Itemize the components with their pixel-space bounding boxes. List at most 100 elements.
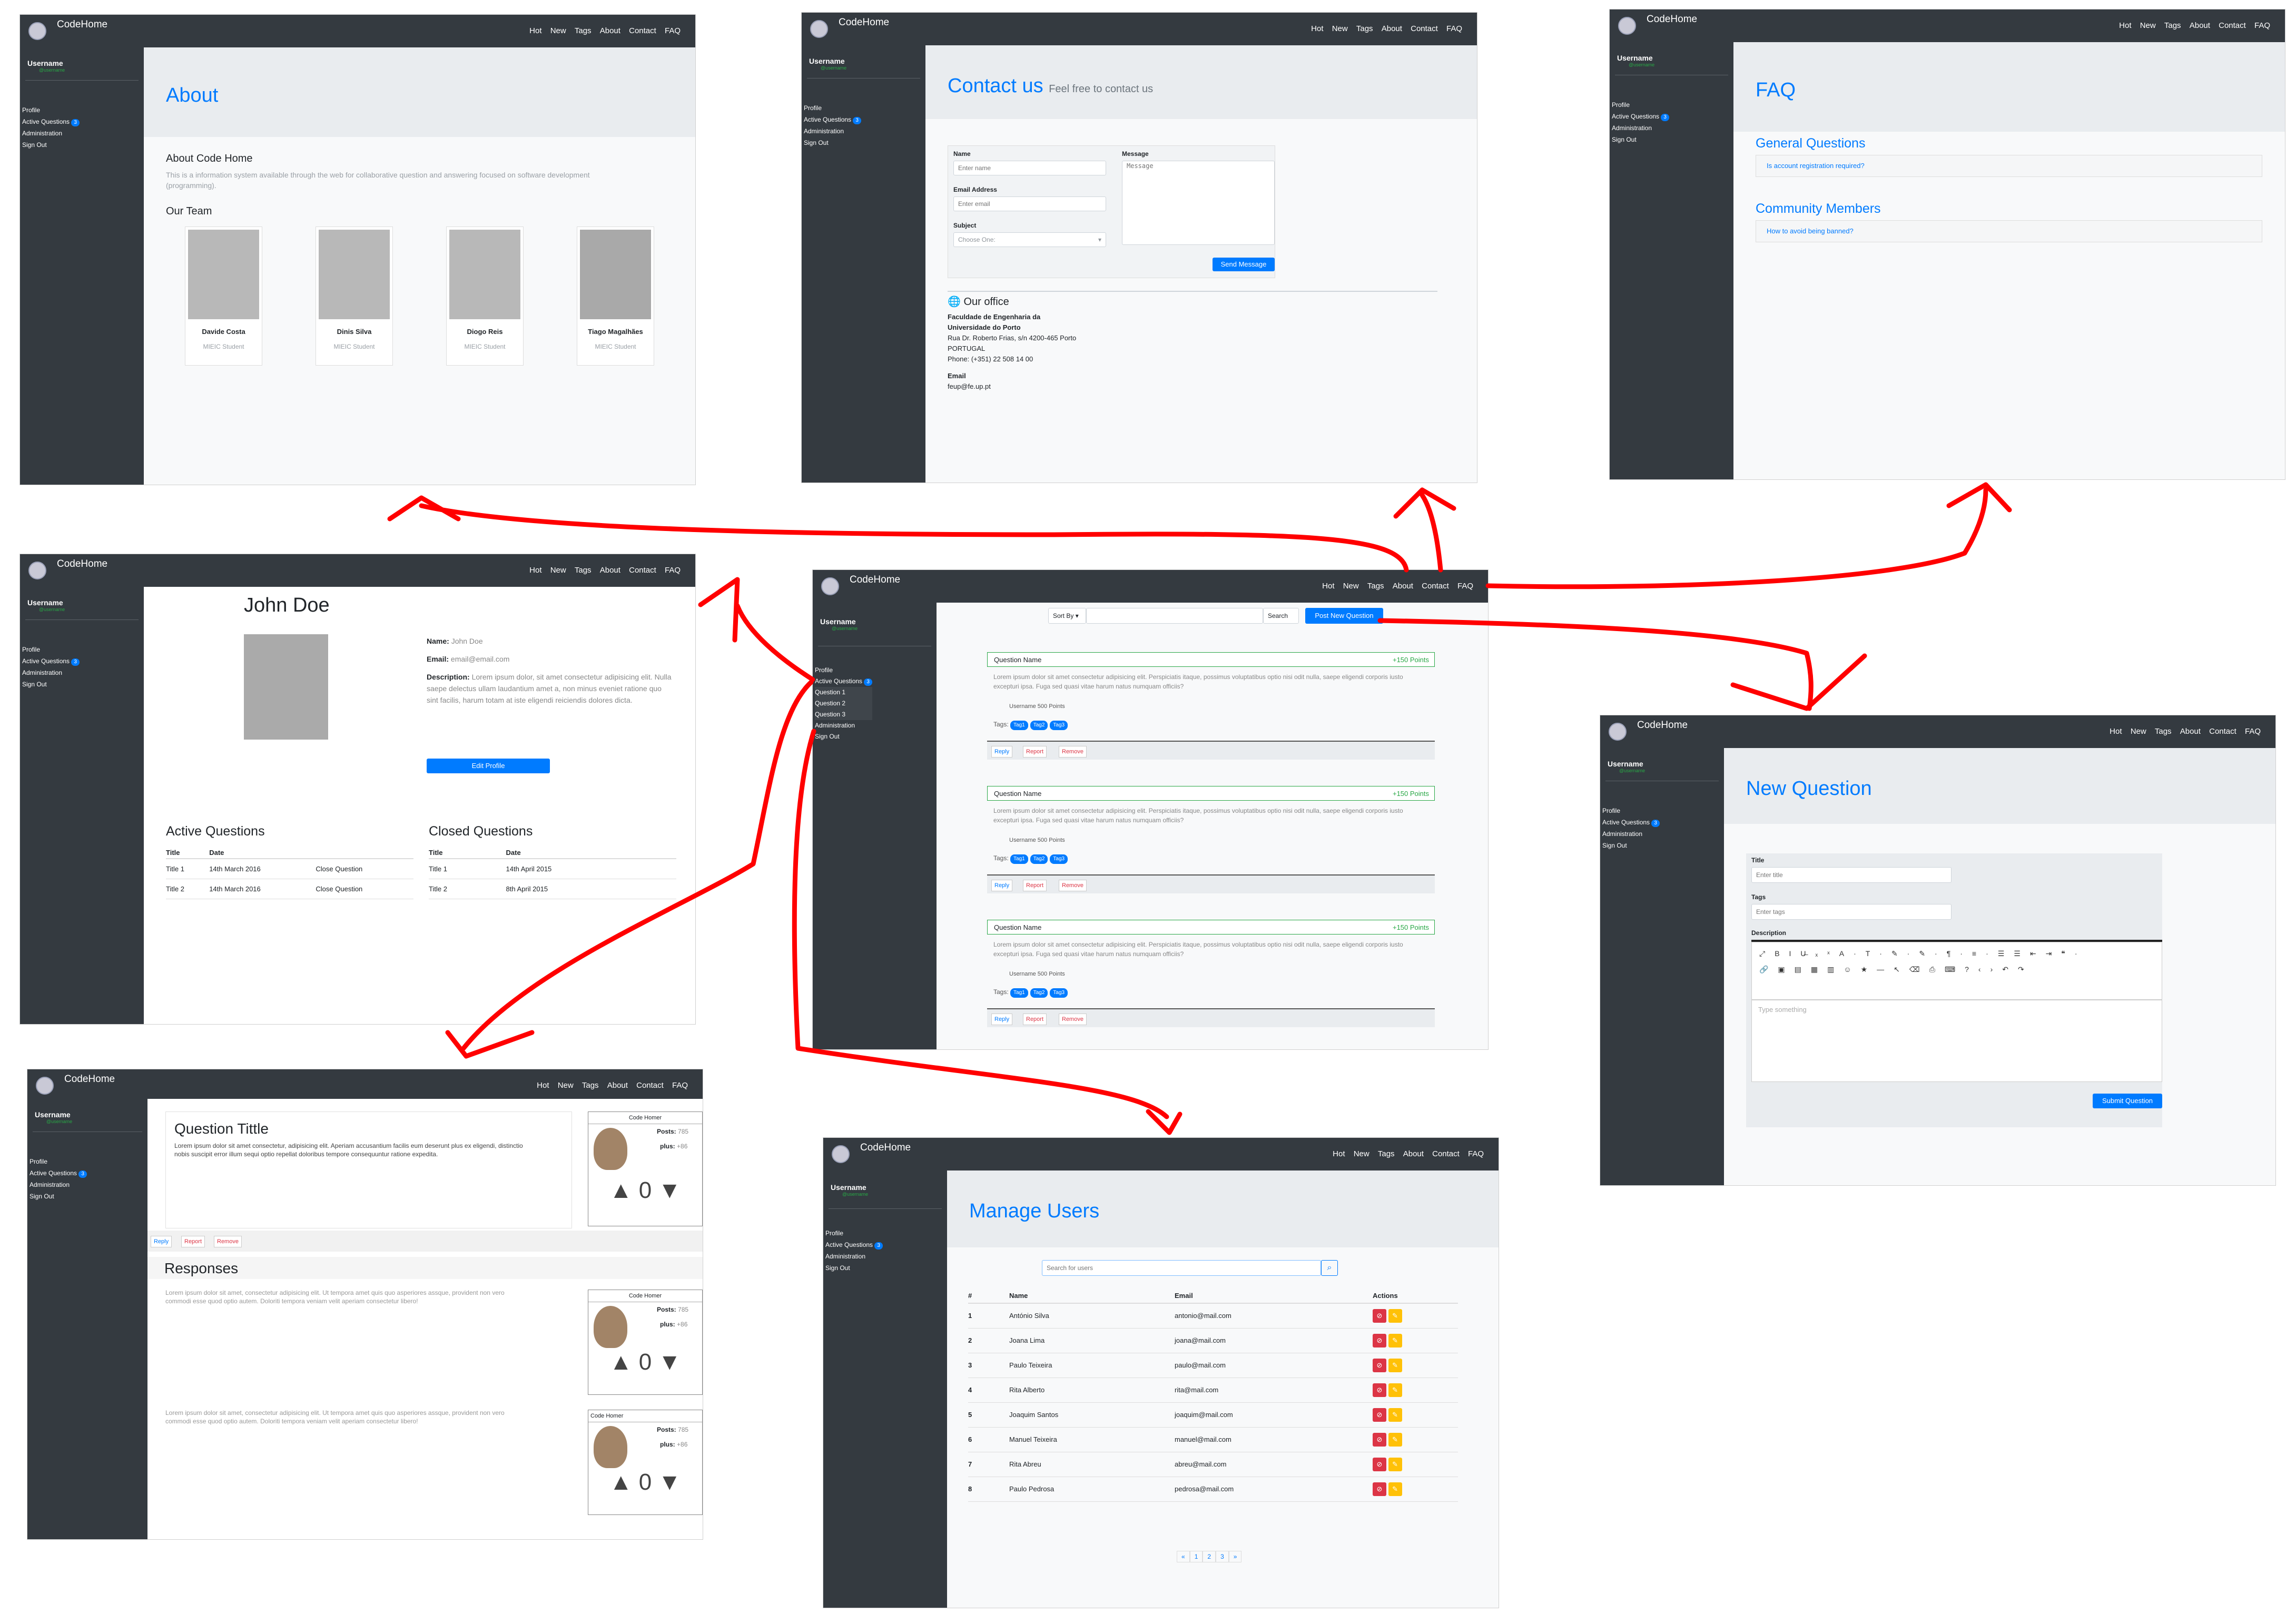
brand[interactable]: CodeHome [57, 19, 107, 31]
nav-tags[interactable]: Tags [1378, 1149, 1395, 1158]
downvote-icon[interactable]: ▼ [658, 1177, 682, 1203]
brand[interactable]: CodeHome [1647, 14, 1697, 25]
page-link[interactable]: 1 [1189, 1551, 1203, 1562]
page-link[interactable]: 3 [1216, 1551, 1229, 1562]
nav-hot[interactable]: Hot [2110, 727, 2122, 736]
cell[interactable]: Title 2 [429, 879, 506, 899]
nav-contact[interactable]: Contact [2209, 727, 2236, 736]
edit-icon[interactable]: ✎ [1388, 1482, 1402, 1496]
search-icon[interactable]: ⌕ [1321, 1260, 1338, 1276]
nav-about[interactable]: About [600, 566, 620, 575]
sidebar-item-active-questions[interactable]: Active Questions 3 [1612, 111, 1669, 122]
report-button[interactable]: Report [1023, 1014, 1047, 1025]
nav-hot[interactable]: Hot [1322, 582, 1334, 591]
ban-icon[interactable]: ⊘ [1373, 1309, 1386, 1323]
faq-item[interactable]: How to avoid being banned? [1756, 220, 2262, 242]
sidebar-item-question-2[interactable]: Question 2 [815, 698, 872, 709]
reply-button[interactable]: Reply [991, 746, 1013, 758]
ban-icon[interactable]: ⊘ [1373, 1432, 1386, 1447]
ban-icon[interactable]: ⊘ [1373, 1358, 1386, 1372]
nav-new[interactable]: New [1343, 582, 1359, 591]
sidebar-item-question-3[interactable]: Question 3 [815, 709, 872, 720]
nav-tags[interactable]: Tags [2155, 727, 2172, 736]
ban-icon[interactable]: ⊘ [1373, 1408, 1386, 1422]
nav-contact[interactable]: Contact [629, 566, 656, 575]
sidebar-item-sign-out[interactable]: Sign Out [815, 731, 872, 742]
edit-icon[interactable]: ✎ [1388, 1408, 1402, 1422]
report-button[interactable]: Report [1023, 746, 1047, 758]
question-name[interactable]: Question Name [994, 790, 1041, 798]
nav-new[interactable]: New [1354, 1149, 1369, 1158]
question-header[interactable]: Question Name +150 Points [987, 920, 1435, 935]
sidebar-item-administration[interactable]: Administration [1612, 122, 1669, 134]
ban-icon[interactable]: ⊘ [1373, 1333, 1386, 1347]
nav-about[interactable]: About [2180, 727, 2201, 736]
message-input[interactable] [1122, 161, 1275, 245]
nav-faq[interactable]: FAQ [2245, 727, 2261, 736]
sidebar-item-administration[interactable]: Administration [1602, 828, 1660, 840]
nav-hot[interactable]: Hot [1333, 1149, 1345, 1158]
edit-icon[interactable]: ✎ [1388, 1358, 1402, 1372]
brand[interactable]: CodeHome [1637, 720, 1688, 731]
sidebar-item-active-questions[interactable]: Active Questions 3 [825, 1239, 883, 1251]
nav-new[interactable]: New [2140, 21, 2156, 30]
remove-button[interactable]: Remove [1059, 880, 1087, 891]
sidebar-item-administration[interactable]: Administration [29, 1179, 87, 1191]
email-value[interactable]: feup@fe.up.pt [948, 381, 1076, 392]
sidebar-item-profile[interactable]: Profile [1602, 805, 1660, 817]
nav-about[interactable]: About [1393, 582, 1413, 591]
subject-select[interactable]: Choose One: ▾ [953, 232, 1106, 247]
edit-profile-button[interactable]: Edit Profile [427, 759, 550, 773]
nav-faq[interactable]: FAQ [672, 1081, 688, 1090]
brand[interactable]: CodeHome [850, 574, 900, 586]
ban-icon[interactable]: ⊘ [1373, 1482, 1386, 1496]
nav-faq[interactable]: FAQ [1446, 24, 1462, 33]
nav-tags[interactable]: Tags [1356, 24, 1373, 33]
brand[interactable]: CodeHome [839, 17, 889, 28]
nav-contact[interactable]: Contact [1432, 1149, 1460, 1158]
author-name[interactable]: Code Homer [588, 1112, 702, 1124]
cell[interactable]: Title 1 [166, 859, 209, 879]
close-question-link[interactable]: Close Question [316, 879, 413, 899]
post-new-question-button[interactable]: Post New Question [1305, 608, 1383, 624]
question-name[interactable]: Question Name [994, 656, 1041, 664]
sidebar-item-profile[interactable]: Profile [22, 104, 80, 116]
report-button[interactable]: Report [181, 1236, 205, 1247]
sidebar-item-sign-out[interactable]: Sign Out [29, 1191, 87, 1202]
nav-new[interactable]: New [558, 1081, 574, 1090]
sidebar-item-active-questions[interactable]: Active Questions 3 [22, 655, 80, 667]
nav-contact[interactable]: Contact [629, 26, 656, 35]
nav-hot[interactable]: Hot [1311, 24, 1323, 33]
edit-icon[interactable]: ✎ [1388, 1309, 1402, 1323]
sidebar-item-active-questions[interactable]: Active Questions 3 [29, 1167, 87, 1179]
author-name[interactable]: Code Homer [588, 1290, 702, 1302]
upvote-icon[interactable]: ▲ [609, 1469, 633, 1495]
nav-contact[interactable]: Contact [1422, 582, 1449, 591]
sidebar-item-profile[interactable]: Profile [825, 1227, 883, 1239]
sidebar-item-administration[interactable]: Administration [815, 720, 872, 731]
nav-faq[interactable]: FAQ [1468, 1149, 1484, 1158]
sort-by-dropdown[interactable]: Sort By ▾ [1048, 608, 1086, 624]
nav-contact[interactable]: Contact [1411, 24, 1438, 33]
sidebar-item-active-questions[interactable]: Active Questions 3 [804, 114, 861, 125]
sidebar-item-active-questions[interactable]: Active Questions 3 [1602, 817, 1660, 828]
sidebar-item-administration[interactable]: Administration [804, 125, 861, 137]
tag[interactable]: Tag3 [1050, 721, 1068, 730]
sidebar-item-profile[interactable]: Profile [804, 102, 861, 114]
edit-icon[interactable]: ✎ [1388, 1383, 1402, 1397]
nav-about[interactable]: About [2190, 21, 2210, 30]
edit-icon[interactable]: ✎ [1388, 1457, 1402, 1471]
ban-icon[interactable]: ⊘ [1373, 1457, 1386, 1471]
submit-question-button[interactable]: Submit Question [2093, 1094, 2162, 1108]
ban-icon[interactable]: ⊘ [1373, 1383, 1386, 1397]
sidebar-item-question-1[interactable]: Question 1 [815, 687, 872, 698]
nav-tags[interactable]: Tags [2164, 21, 2181, 30]
tag[interactable]: Tag2 [1030, 988, 1048, 998]
page-next[interactable]: » [1228, 1551, 1242, 1562]
nav-hot[interactable]: Hot [2119, 21, 2131, 30]
sidebar-item-administration[interactable]: Administration [22, 667, 80, 678]
nav-faq[interactable]: FAQ [1457, 582, 1473, 591]
editor-body[interactable]: Type something [1751, 1000, 2162, 1082]
nav-about[interactable]: About [1382, 24, 1402, 33]
tag[interactable]: Tag1 [1010, 854, 1028, 864]
